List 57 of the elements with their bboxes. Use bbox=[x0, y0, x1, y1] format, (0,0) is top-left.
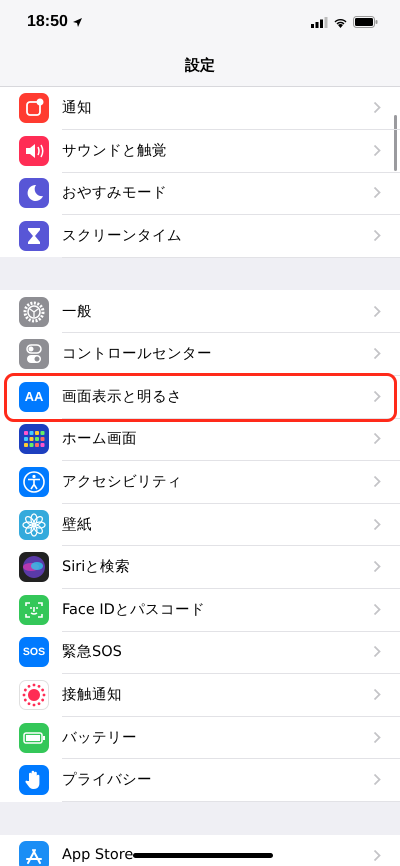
setting-label[interactable]: 接触通知 bbox=[62, 685, 122, 704]
chevron-icon bbox=[373, 560, 381, 574]
setting-label[interactable]: 緊急SOS bbox=[62, 642, 122, 662]
toggles-icon bbox=[19, 339, 49, 370]
chevron-icon bbox=[373, 304, 381, 318]
setting-label[interactable]: 画面表示と明るさ bbox=[62, 386, 182, 406]
hand-icon bbox=[19, 765, 49, 796]
orb-icon bbox=[19, 552, 49, 582]
dot-ring-icon bbox=[19, 680, 49, 710]
setting-label[interactable]: おやすみモード bbox=[62, 183, 167, 202]
setting-label[interactable]: 一般 bbox=[62, 302, 92, 321]
setting-label[interactable]: 壁紙 bbox=[62, 514, 92, 534]
chevron-icon bbox=[373, 773, 381, 786]
setting-label[interactable]: 通知 bbox=[62, 98, 92, 118]
wifi-icon bbox=[333, 16, 348, 28]
speaker-icon bbox=[19, 136, 49, 166]
battery-icon bbox=[353, 16, 378, 28]
setting-label[interactable]: バッテリー bbox=[62, 728, 137, 747]
setting-label[interactable]: Face IDとパスコード bbox=[62, 600, 205, 619]
scroll-indicator bbox=[394, 115, 397, 171]
location-icon bbox=[72, 16, 83, 28]
app-grid-icon bbox=[19, 424, 49, 454]
chevron-icon bbox=[373, 848, 381, 862]
chevron-icon bbox=[373, 347, 381, 360]
chevron-icon bbox=[373, 101, 381, 114]
chevron-icon bbox=[373, 602, 381, 616]
chevron-icon bbox=[373, 229, 381, 242]
setting-label[interactable]: ホーム画面 bbox=[62, 429, 137, 448]
hourglass-icon bbox=[19, 221, 49, 252]
setting-label[interactable]: App Store bbox=[62, 847, 134, 864]
status-time: 18:50 bbox=[27, 13, 68, 31]
chevron-icon bbox=[373, 518, 381, 531]
chevron-icon bbox=[373, 144, 381, 157]
icon-tile: AA bbox=[19, 382, 49, 412]
face-icon bbox=[19, 594, 49, 625]
icon-tile: SOS bbox=[19, 637, 49, 668]
signal-icon bbox=[311, 16, 328, 28]
page-title: 設定 bbox=[185, 56, 215, 74]
gear-icon bbox=[19, 296, 49, 327]
setting-label[interactable]: プライバシー bbox=[62, 770, 152, 790]
chevron-icon bbox=[373, 688, 381, 702]
chevron-icon bbox=[373, 186, 381, 200]
chevron-icon bbox=[373, 432, 381, 446]
chevron-icon bbox=[373, 645, 381, 658]
setting-label[interactable]: コントロールセンター bbox=[62, 344, 212, 364]
chevron-icon bbox=[373, 475, 381, 488]
setting-label[interactable]: サウンドと触覚 bbox=[62, 140, 167, 160]
setting-label[interactable]: スクリーンタイム bbox=[62, 226, 182, 246]
flower-icon bbox=[19, 510, 49, 540]
moon-icon bbox=[19, 178, 49, 208]
chevron-icon bbox=[373, 730, 381, 744]
chevron-icon bbox=[373, 390, 381, 403]
notification-icon bbox=[19, 93, 49, 124]
person-icon bbox=[19, 467, 49, 498]
setting-label[interactable]: Siriと検索 bbox=[62, 557, 130, 576]
setting-label[interactable]: アクセシビリティ bbox=[62, 472, 182, 492]
battery-icon bbox=[19, 722, 49, 753]
